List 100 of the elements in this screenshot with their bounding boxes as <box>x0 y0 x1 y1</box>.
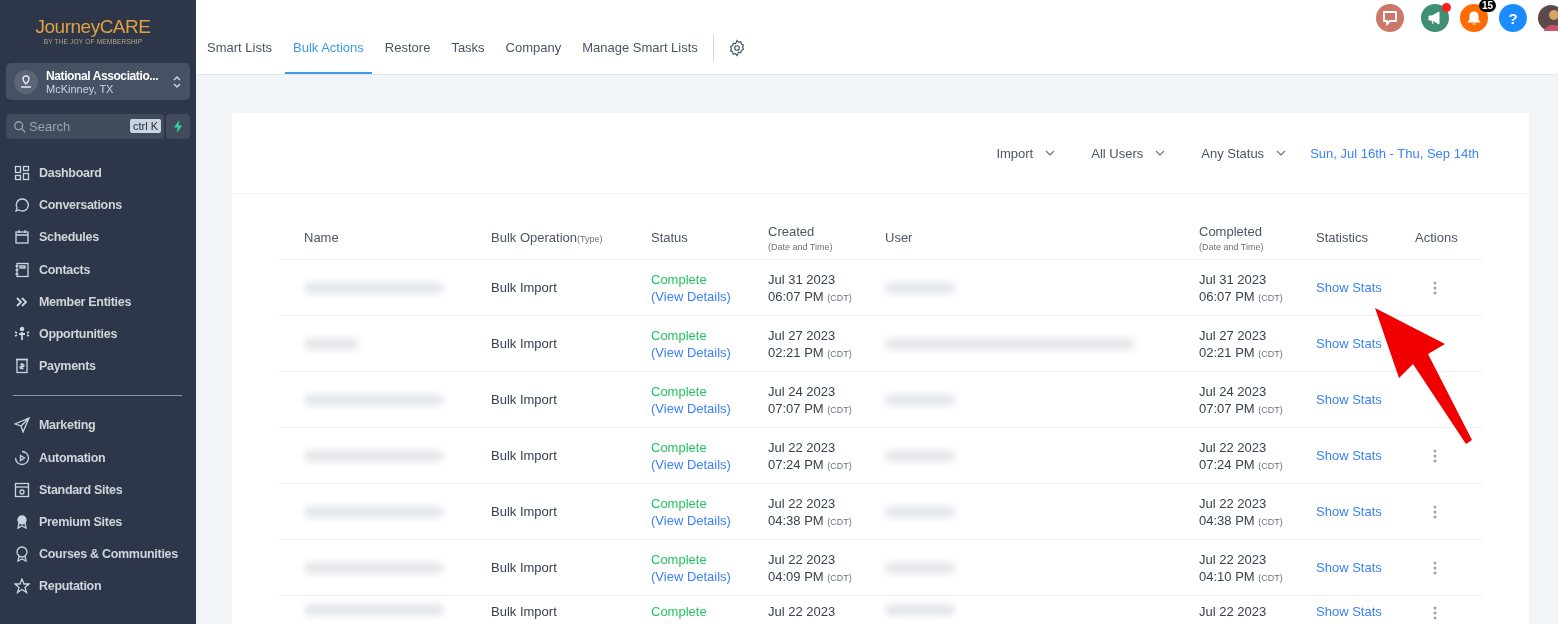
created-date: Jul 22 2023 <box>768 551 836 567</box>
announcement-button[interactable] <box>1421 4 1449 32</box>
redacted-name <box>304 337 359 350</box>
megaphone-icon <box>1427 10 1443 26</box>
created-date: Jul 27 2023 <box>768 327 836 343</box>
column-note: (Date and Time) <box>1199 241 1264 252</box>
completed-date: Jul 22 2023 <box>1199 551 1267 567</box>
browser-window-icon <box>14 481 30 498</box>
completed-date: Jul 22 2023 <box>1199 495 1267 511</box>
medal-icon <box>14 513 30 530</box>
redacted-user <box>885 281 955 294</box>
show-stats-link[interactable]: Show Stats <box>1316 392 1382 407</box>
view-details-link[interactable]: (View Details) <box>651 512 731 528</box>
view-details-link[interactable]: (View Details) <box>651 400 731 416</box>
view-details-link[interactable]: (View Details) <box>651 456 731 472</box>
column-header: Bulk Operation(Type) <box>491 230 603 245</box>
tab[interactable]: Restore <box>376 34 439 74</box>
settings-icon <box>727 39 746 57</box>
nav-item[interactable]: Automation <box>0 441 196 474</box>
dollar-receipt-icon <box>14 358 30 375</box>
completed-time: 02:21 PM (CDT) <box>1199 344 1283 360</box>
completed-date: Jul 31 2023 <box>1199 271 1267 287</box>
column-note: (Date and Time) <box>768 241 833 252</box>
filter-dropdown[interactable]: Any Status <box>1201 145 1287 161</box>
column-header: Statistics <box>1316 230 1368 245</box>
nav-item[interactable]: Member Entities <box>0 285 196 318</box>
nav-item[interactable]: Schedules <box>0 221 196 254</box>
nav-item[interactable]: Premium Sites <box>0 505 196 539</box>
created-time: 07:24 PM (CDT) <box>768 456 852 472</box>
filter-dropdown[interactable]: All Users <box>1091 145 1166 161</box>
table-cell: Bulk Import <box>491 280 557 295</box>
view-details-link[interactable]: (View Details) <box>651 344 731 360</box>
completed-time: 07:07 PM (CDT) <box>1199 400 1283 416</box>
caret-icon <box>1155 150 1166 156</box>
date-range-link[interactable]: Sun, Jul 16th - Thu, Sep 14th <box>1310 145 1479 161</box>
nav-item[interactable]: Dashboard <box>0 157 196 190</box>
completed-date: Jul 22 2023 <box>1199 439 1267 455</box>
bell-icon <box>1466 10 1482 26</box>
grid-icon <box>14 165 30 182</box>
nav-item[interactable]: Opportunities <box>0 317 196 351</box>
nav-item[interactable]: Conversations <box>0 189 196 222</box>
table-cell: Bulk Import <box>491 448 557 463</box>
column-header: Actions <box>1415 230 1458 245</box>
status-text: Complete <box>651 495 707 511</box>
completed-time: 04:38 PM (CDT) <box>1199 512 1283 528</box>
nav-item[interactable]: Contacts <box>0 253 196 286</box>
table-cell: Bulk Import <box>491 504 557 519</box>
show-stats-link[interactable]: Show Stats <box>1316 504 1382 519</box>
account-switcher[interactable]: National Associatio... McKinney, TX <box>6 63 190 100</box>
tab[interactable]: Tasks <box>443 34 493 74</box>
show-stats-link[interactable]: Show Stats <box>1316 604 1382 619</box>
show-stats-link[interactable]: Show Stats <box>1316 280 1382 295</box>
more-icon <box>1433 280 1437 295</box>
completed-date: Jul 27 2023 <box>1199 327 1267 343</box>
tab[interactable]: Company <box>497 34 570 74</box>
completed-time: 04:10 PM (CDT) <box>1199 568 1283 584</box>
play-circle-icon <box>14 449 30 466</box>
person-icon <box>14 326 30 343</box>
speech-bubble-icon <box>14 197 30 214</box>
table-cell: Bulk Import <box>491 392 557 407</box>
created-time: 06:07 PM (CDT) <box>768 288 852 304</box>
location-icon <box>14 69 38 94</box>
avatar[interactable] <box>1538 5 1558 31</box>
more-icon <box>1433 560 1437 575</box>
chat-button[interactable] <box>1376 4 1404 32</box>
shortcut-hint: ctrl K <box>129 119 161 133</box>
column-header: Status <box>651 230 688 245</box>
more-icon <box>1433 504 1437 519</box>
tab[interactable]: Manage Smart Lists <box>574 34 706 74</box>
nav-item[interactable]: Payments <box>0 350 196 383</box>
completed-time: 07:24 PM (CDT) <box>1199 456 1283 472</box>
status-text: Complete <box>651 439 707 455</box>
table-cell: Bulk Import <box>491 560 557 575</box>
status-text: Complete <box>651 551 707 567</box>
view-details-link[interactable]: (View Details) <box>651 568 731 584</box>
quick-action-button[interactable] <box>166 114 190 139</box>
status-text: Complete <box>651 383 707 399</box>
status-text: Complete <box>651 604 707 619</box>
show-stats-link[interactable]: Show Stats <box>1316 560 1382 575</box>
created-date: Jul 24 2023 <box>768 383 836 399</box>
column-header: Completed <box>1199 223 1263 239</box>
status-text: Complete <box>651 327 707 343</box>
show-stats-link[interactable]: Show Stats <box>1316 336 1382 351</box>
nav-item[interactable]: Marketing <box>0 409 196 442</box>
more-icon <box>1433 606 1437 620</box>
show-stats-link[interactable]: Show Stats <box>1316 448 1382 463</box>
table-cell: Bulk Import <box>491 604 557 619</box>
nav-item[interactable]: Standard Sites <box>0 473 196 506</box>
ribbon-badge-icon <box>14 546 30 563</box>
tab[interactable]: Smart Lists <box>199 34 280 74</box>
filter-dropdown[interactable]: Import <box>996 145 1056 161</box>
redacted-user <box>885 449 955 462</box>
created-time: 07:07 PM (CDT) <box>768 400 852 416</box>
calendar-icon <box>14 229 30 246</box>
view-details-link[interactable]: (View Details) <box>651 288 731 304</box>
nav-item[interactable]: Courses & Communities <box>0 538 196 571</box>
nav-item[interactable]: Reputation <box>0 570 196 603</box>
logo-wordmark: JourneyCARE <box>35 15 151 38</box>
completed-date: Jul 22 2023 <box>1199 604 1267 619</box>
caret-icon <box>1045 150 1056 156</box>
